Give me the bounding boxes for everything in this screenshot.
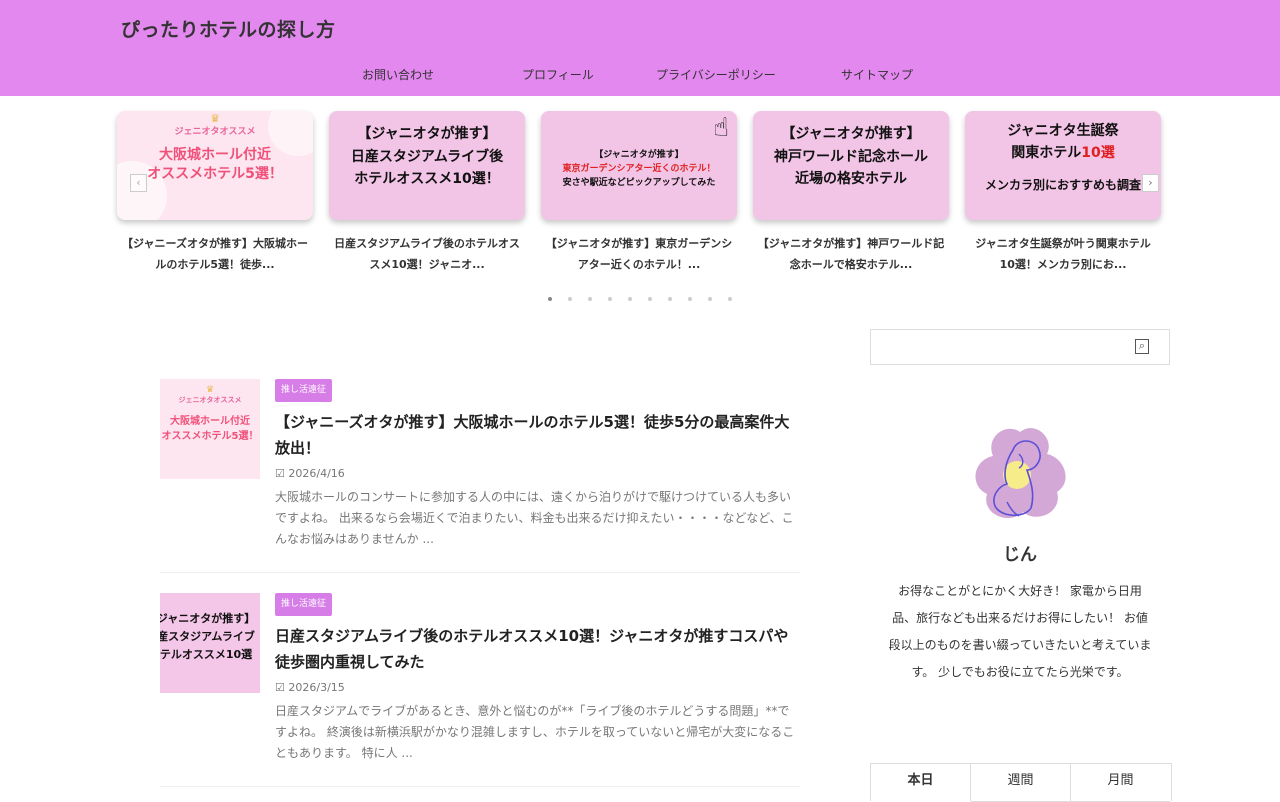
carousel-dot[interactable] <box>568 297 572 301</box>
nav-item-sitemap[interactable]: サイトマップ <box>841 66 913 83</box>
post-excerpt: 大阪城ホールのコンサートに参加する人の中には、遠くから泊りがけで駆けつけている人… <box>275 490 794 546</box>
card-thumbnail[interactable]: ジャニオタ生誕祭 関東ホテル10選 メンカラ別におすすめも調査 <box>965 111 1161 220</box>
thumbnail-text: ジェニオタオススメ <box>178 396 242 404</box>
carousel-card[interactable]: ☝ 【ジャニオタが推す】 東京ガーデンシアター近くのホテル！ 安さや駅近などピッ… <box>541 111 737 275</box>
profile-description: お得なことがとにかく大好き！ 家電から日用品、旅行なども出来るだけお得にしたい！… <box>888 584 1152 679</box>
post-excerpt: 日産スタジアムでライブがあるとき、意外と悩むのが**「ライブ後のホテルどうする問… <box>275 704 795 760</box>
featured-carousel: ♛ ジェニオタオススメ 大阪城ホール付近 オススメホテル5選！ 【ジャニーズオタ… <box>117 111 1167 306</box>
thumbnail-text: 関東ホテル10選 <box>965 142 1161 162</box>
profile-name: じん <box>1003 545 1037 565</box>
thumbnail-text: 大阪城ホール付近 <box>170 416 250 427</box>
carousel-next-button[interactable]: › <box>1142 174 1159 192</box>
thumbnail-text: 東京ガーデンシアター近くのホテル！ <box>562 164 716 174</box>
carousel-dot[interactable] <box>548 297 552 301</box>
carousel-dot[interactable] <box>708 297 712 301</box>
thumbnail-text: メンカラ別におすすめも調査 <box>984 178 1141 192</box>
carousel-prev-button[interactable]: ‹ <box>130 174 147 192</box>
search-input[interactable]: ⌕ <box>870 329 1170 365</box>
carousel-dot[interactable] <box>688 297 692 301</box>
thumbnail-text: 大阪城ホール付近 <box>159 147 271 163</box>
thumbnail-text: オススメホテル5選！ <box>161 431 259 442</box>
search-icon[interactable]: ⌕ <box>1135 339 1149 354</box>
card-title[interactable]: 【ジャニオタが推す】東京ガーデンシアター近くのホテル！... <box>541 233 737 275</box>
carousel-card[interactable]: ジャニオタ生誕祭 関東ホテル10選 メンカラ別におすすめも調査 ジャニオタ生誕祭… <box>965 111 1161 275</box>
carousel-card[interactable]: 【ジャニオタが推す】 神戸ワールド記念ホール 近場の格安ホテル 【ジャニオタが推… <box>753 111 949 275</box>
post-thumbnail[interactable]: ♛ ジェニオタオススメ 大阪城ホール付近 オススメホテル5選！ <box>160 379 260 479</box>
tab-weekly[interactable]: 週間 <box>971 764 1071 802</box>
calendar-icon: ☑ <box>275 467 285 480</box>
thumbnail-text: テルオススメ10選 <box>160 648 253 661</box>
post-item: ジャニオタが推す】 産スタジアムライブ テルオススメ10選 推し活遠征 日産スタ… <box>160 593 800 768</box>
thumbnail-text: 関東ホテル <box>1011 145 1082 161</box>
divider <box>160 572 800 573</box>
carousel-card[interactable]: ♛ ジェニオタオススメ 大阪城ホール付近 オススメホテル5選！ 【ジャニーズオタ… <box>117 111 313 275</box>
thumbnail-text: 【ジャニオタが推す】 <box>781 126 921 142</box>
post-date: ☑ 2026/3/15 <box>275 681 345 694</box>
site-header: ぴったりホテルの探し方 お問い合わせ プロフィール プライバシーポリシー サイト… <box>0 0 1280 96</box>
card-title[interactable]: 日産スタジアムライブ後のホテルオススメ10選！ジャニオ... <box>329 233 525 275</box>
thumbnail-text: ジェニオタオススメ <box>174 127 256 137</box>
thumbnail-text: 産スタジアムライブ <box>160 630 255 643</box>
nav-item-contact[interactable]: お問い合わせ <box>362 66 434 83</box>
crown-icon: ♛ <box>205 385 215 395</box>
card-title[interactable]: 【ジャニーズオタが推す】大阪城ホールのホテル5選！徒歩... <box>117 233 313 275</box>
thumbnail-text: ジャニオタが推す】 <box>160 612 256 625</box>
card-thumbnail[interactable]: ☝ 【ジャニオタが推す】 東京ガーデンシアター近くのホテル！ 安さや駅近などピッ… <box>541 111 737 220</box>
tab-today[interactable]: 本日 <box>871 764 971 801</box>
card-thumbnail[interactable]: 【ジャニオタが推す】 日産スタジアムライブ後 ホテルオススメ10選！ <box>329 111 525 220</box>
divider <box>160 786 800 787</box>
post-date: ☑ 2026/4/16 <box>275 467 345 480</box>
carousel-dot[interactable] <box>648 297 652 301</box>
card-title[interactable]: 【ジャニオタが推す】神戸ワールド記念ホールで格安ホテル... <box>753 233 949 275</box>
thumbnail-text: 神戸ワールド記念ホール <box>774 149 928 165</box>
post-title[interactable]: 日産スタジアムライブ後のホテルオススメ10選！ジャニオタが推すコスパや徒歩圏内重… <box>275 623 800 675</box>
card-title[interactable]: ジャニオタ生誕祭が叶う関東ホテル10選！メンカラ別にお... <box>965 233 1161 275</box>
thumbnail-text: 近場の格安ホテル <box>795 171 907 187</box>
thumbnail-text: ホテルオススメ10選！ <box>354 171 500 187</box>
thumbnail-text: 【ジャニオタが推す】 <box>594 150 684 160</box>
carousel-dot[interactable] <box>588 297 592 301</box>
thumbnail-text: 安さや駅近などピックアップしてみた <box>562 178 716 188</box>
carousel-dot[interactable] <box>628 297 632 301</box>
nav-item-profile[interactable]: プロフィール <box>522 66 594 83</box>
chevron-right-icon: › <box>1148 176 1153 189</box>
post-thumbnail[interactable]: ジャニオタが推す】 産スタジアムライブ テルオススメ10選 <box>160 593 260 693</box>
carousel-dot[interactable] <box>668 297 672 301</box>
global-nav: お問い合わせ プロフィール プライバシーポリシー サイトマップ <box>0 66 1280 86</box>
ranking-tabs: 本日 週間 月間 <box>870 763 1172 802</box>
post-date-text: 2026/3/15 <box>288 681 345 694</box>
carousel-dot[interactable] <box>608 297 612 301</box>
carousel-card[interactable]: 【ジャニオタが推す】 日産スタジアムライブ後 ホテルオススメ10選！ 日産スタジ… <box>329 111 525 275</box>
thumbnail-text: 日産スタジアムライブ後 <box>350 149 504 165</box>
nav-item-privacy-policy[interactable]: プライバシーポリシー <box>656 66 776 83</box>
post-date-text: 2026/4/16 <box>288 467 345 480</box>
category-badge[interactable]: 推し活遠征 <box>275 593 333 616</box>
chevron-left-icon: ‹ <box>136 176 141 189</box>
site-title[interactable]: ぴったりホテルの探し方 <box>121 15 336 42</box>
avatar <box>975 428 1066 519</box>
category-badge[interactable]: 推し活遠征 <box>275 379 333 402</box>
thumbnail-text-highlight: 10選 <box>1081 145 1115 161</box>
thumbnail-text: 【ジャニオタが推す】 <box>357 126 497 142</box>
card-thumbnail[interactable]: ♛ ジェニオタオススメ 大阪城ホール付近 オススメホテル5選！ <box>117 111 313 220</box>
tab-monthly[interactable]: 月間 <box>1071 764 1170 802</box>
card-thumbnail[interactable]: 【ジャニオタが推す】 神戸ワールド記念ホール 近場の格安ホテル <box>753 111 949 220</box>
thumbnail-text: ジャニオタ生誕祭 <box>1007 123 1119 139</box>
carousel-dot[interactable] <box>728 297 732 301</box>
post-title[interactable]: 【ジャニーズオタが推す】大阪城ホールのホテル5選！徒歩5分の最高案件大放出！ <box>275 409 800 461</box>
pointer-hand-icon: ☝ <box>713 113 729 143</box>
calendar-icon: ☑ <box>275 681 285 694</box>
post-item: ♛ ジェニオタオススメ 大阪城ホール付近 オススメホテル5選！ 推し活遠征 【ジ… <box>160 379 800 554</box>
